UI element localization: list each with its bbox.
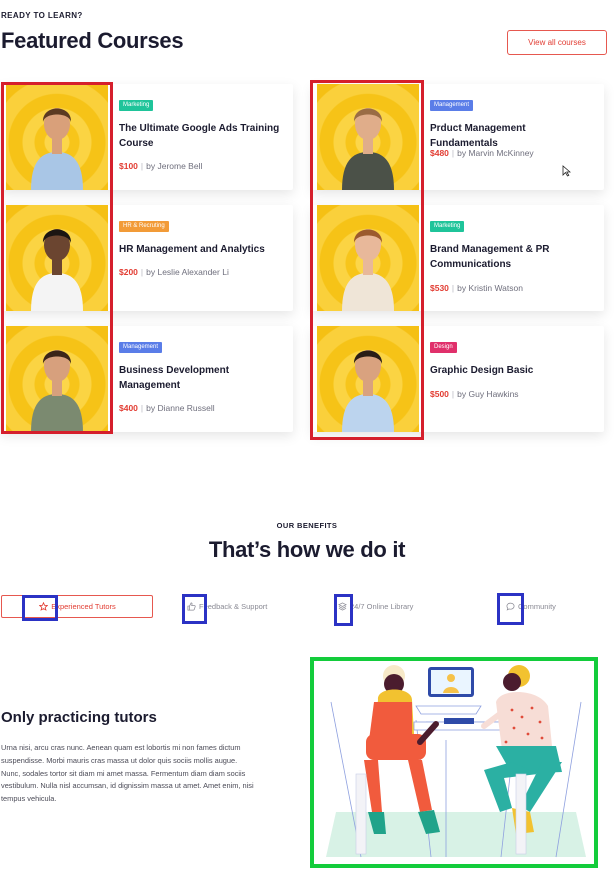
course-meta: $200 | by Leslie Alexander Li [119,267,229,277]
mouse-cursor-icon [562,165,571,177]
course-meta: $500 | by Guy Hawkins [430,389,519,399]
benefits-title: That’s how we do it [208,537,406,562]
category-tag[interactable]: Marketing [430,221,465,232]
course-price: $480 [430,148,449,158]
course-meta: $400 | by Dianne Russell [119,403,215,413]
page-title: Featured Courses [1,28,184,53]
category-tag[interactable]: Marketing [119,100,154,111]
category-tag[interactable]: Design [430,342,457,353]
annotation-box-thumbs-up-icon [182,594,207,624]
course-title[interactable]: Brand Management & PR Communications [430,242,595,272]
course-author[interactable]: by Marvin McKinney [457,148,534,158]
course-title[interactable]: Prduct Management Fundamentals [430,121,595,151]
annotation-box-layers-icon [334,594,353,626]
course-author[interactable]: by Leslie Alexander Li [146,267,229,277]
meta-divider: | [451,148,455,158]
course-title[interactable]: Business Development Management [119,363,284,393]
category-tag[interactable]: Management [430,100,474,111]
course-meta: $530 | by Kristin Watson [430,283,523,293]
course-price: $100 [119,161,138,171]
category-tag[interactable]: HR & Recruting [119,221,169,232]
meta-divider: | [451,389,455,399]
tab-label: 24/7 Online Library [350,602,414,611]
tab-label: Experienced Tutors [51,602,116,611]
course-price: $200 [119,267,138,277]
course-title[interactable]: The Ultimate Google Ads Training Course [119,121,284,151]
annotation-box-star-icon [22,595,58,621]
benefits-eyebrow: OUR BENEFITS [276,521,338,530]
annotation-box-right-thumbnails [310,80,424,440]
annotation-box-illustration [310,657,598,868]
tab-label: Feedback & Support [199,602,268,611]
course-author[interactable]: by Jerome Bell [146,161,202,171]
meta-divider: | [140,403,144,413]
course-meta: $480 | by Marvin McKinney [430,148,534,158]
annotation-box-chat-icon [497,593,524,625]
course-price: $400 [119,403,138,413]
section-eyebrow: READY TO LEARN? [1,11,83,20]
course-price: $530 [430,283,449,293]
view-all-courses-button[interactable]: View all courses [507,30,607,55]
course-author[interactable]: by Dianne Russell [146,403,215,413]
course-title[interactable]: Graphic Design Basic [430,363,595,378]
course-title[interactable]: HR Management and Analytics [119,242,284,257]
course-price: $500 [430,389,449,399]
course-meta: $100 | by Jerome Bell [119,161,202,171]
meta-divider: | [140,161,144,171]
annotation-box-left-thumbnails [1,82,113,434]
meta-divider: | [140,267,144,277]
course-author[interactable]: by Guy Hawkins [457,389,518,399]
meta-divider: | [451,283,455,293]
panel-title: Only practicing tutors [1,709,157,726]
panel-text: Urna nisi, arcu cras nunc. Aenean quam e… [1,743,254,804]
category-tag[interactable]: Management [119,342,163,353]
course-author[interactable]: by Kristin Watson [457,283,523,293]
